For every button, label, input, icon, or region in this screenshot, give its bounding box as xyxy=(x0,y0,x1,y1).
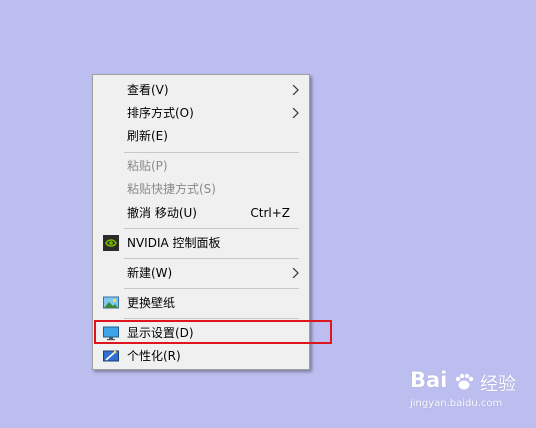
wallpaper-icon xyxy=(103,296,119,309)
menu-item-label: 撤消 移动(U) xyxy=(127,206,197,220)
menu-item-view[interactable]: 查看(V) xyxy=(93,79,309,101)
menu-item-sort-by[interactable]: 排序方式(O) xyxy=(93,102,309,124)
chevron-right-icon xyxy=(292,108,299,118)
menu-item-personalize[interactable]: 个性化(R) xyxy=(93,345,309,367)
menu-item-label: 刷新(E) xyxy=(127,129,168,143)
menu-item-refresh[interactable]: 刷新(E) xyxy=(93,125,309,147)
menu-separator xyxy=(124,288,299,289)
chevron-right-icon xyxy=(292,85,299,95)
menu-separator xyxy=(124,228,299,229)
menu-item-label: 排序方式(O) xyxy=(127,106,194,120)
menu-item-paste[interactable]: 粘贴(P) xyxy=(93,155,309,177)
menu-item-label: 个性化(R) xyxy=(127,349,181,363)
watermark-url: jingyan.baidu.com xyxy=(410,398,503,409)
personalize-icon xyxy=(103,350,119,362)
menu-item-label: 粘贴(P) xyxy=(127,159,168,173)
paw-icon xyxy=(455,373,474,390)
menu-separator xyxy=(124,258,299,259)
menu-item-new[interactable]: 新建(W) xyxy=(93,262,309,284)
menu-item-change-wallpaper[interactable]: 更换壁纸 xyxy=(93,292,309,314)
nvidia-icon xyxy=(103,235,119,251)
baidu-jingyan-watermark: Bai 经验 jingyan.baidu.com xyxy=(410,368,534,416)
menu-separator xyxy=(124,318,299,319)
menu-item-undo-move[interactable]: 撤消 移动(U) Ctrl+Z xyxy=(93,202,309,224)
highlight-annotation-box xyxy=(94,320,332,344)
chevron-right-icon xyxy=(292,268,299,278)
watermark-brand: Bai xyxy=(410,368,448,392)
menu-item-paste-shortcut[interactable]: 粘贴快捷方式(S) xyxy=(93,178,309,200)
menu-item-label: 新建(W) xyxy=(127,266,173,280)
menu-item-shortcut: Ctrl+Z xyxy=(250,206,290,220)
menu-item-nvidia-control-panel[interactable]: NVIDIA 控制面板 xyxy=(93,232,309,254)
watermark-suffix: 经验 xyxy=(480,374,516,395)
menu-item-label: NVIDIA 控制面板 xyxy=(127,236,221,250)
menu-item-label: 更换壁纸 xyxy=(127,296,176,310)
menu-item-label: 查看(V) xyxy=(127,83,169,97)
menu-separator xyxy=(124,152,299,153)
menu-item-label: 粘贴快捷方式(S) xyxy=(127,182,216,196)
